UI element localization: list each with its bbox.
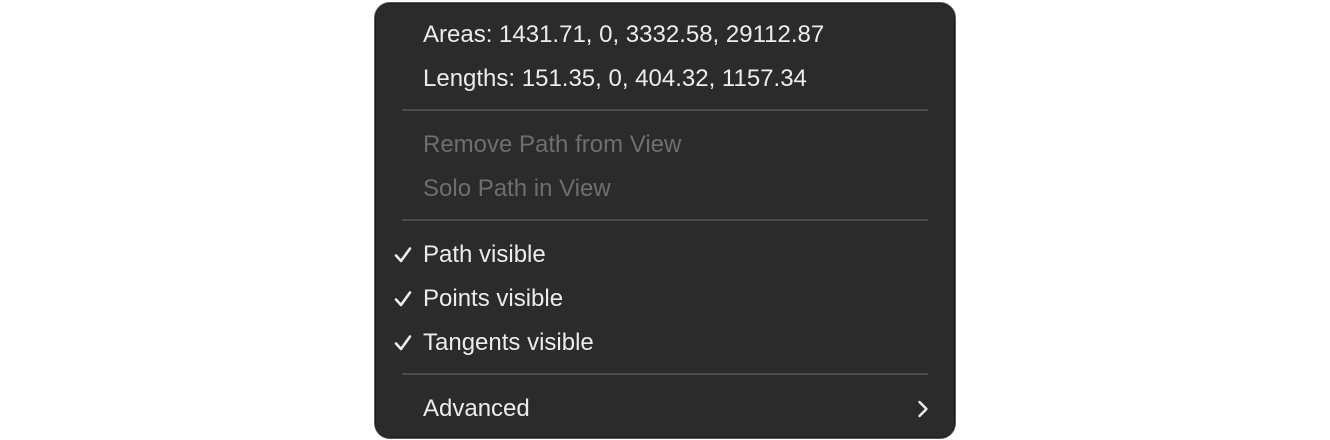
menu-item-tangents-visible[interactable]: Tangents visible xyxy=(375,321,955,365)
menu-item-path-visible[interactable]: Path visible xyxy=(375,233,955,277)
checkmark-icon xyxy=(391,277,415,321)
menu-item-remove-path: Remove Path from View xyxy=(375,123,955,167)
menu-separator xyxy=(402,373,928,375)
menu-item-advanced[interactable]: Advanced xyxy=(375,387,955,431)
solo-path-label: Solo Path in View xyxy=(423,175,611,202)
remove-path-label: Remove Path from View xyxy=(423,131,682,158)
points-visible-label: Points visible xyxy=(423,285,564,312)
tangents-visible-label: Tangents visible xyxy=(423,329,594,356)
menu-item-lengths[interactable]: Lengths: 151.35, 0, 404.32, 1157.34 xyxy=(375,57,955,101)
advanced-label: Advanced xyxy=(423,395,530,422)
menu-item-areas[interactable]: Areas: 1431.71, 0, 3332.58, 29112.87 xyxy=(375,13,955,57)
menu-item-solo-path: Solo Path in View xyxy=(375,167,955,211)
context-menu: Areas: 1431.71, 0, 3332.58, 29112.87 Len… xyxy=(374,2,956,439)
checkmark-icon xyxy=(391,233,415,277)
areas-label: Areas: 1431.71, 0, 3332.58, 29112.87 xyxy=(423,21,825,48)
checkmark-icon xyxy=(391,321,415,365)
menu-item-points-visible[interactable]: Points visible xyxy=(375,277,955,321)
menu-separator xyxy=(402,219,928,221)
chevron-right-icon xyxy=(915,387,931,431)
lengths-label: Lengths: 151.35, 0, 404.32, 1157.34 xyxy=(423,65,807,92)
path-visible-label: Path visible xyxy=(423,241,546,268)
menu-separator xyxy=(402,109,928,111)
